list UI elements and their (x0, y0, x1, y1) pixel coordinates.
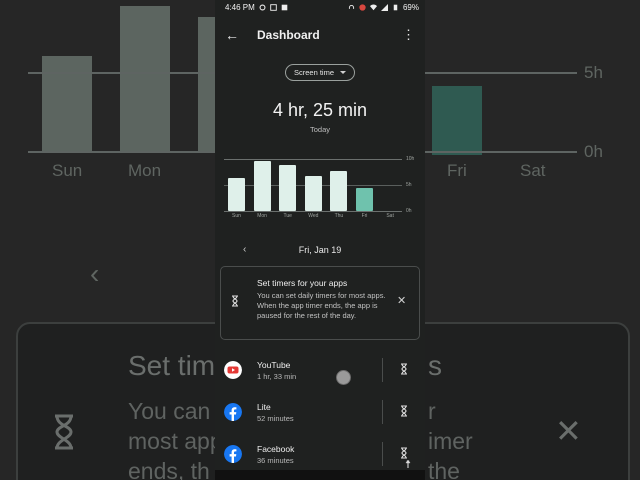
gridline-10h (224, 159, 402, 160)
page-title: Dashboard (257, 28, 320, 42)
more-vert-icon[interactable]: ⋮ (402, 27, 415, 43)
bg-card-text-line: most app (128, 428, 223, 454)
bg-card-title-right: s (428, 350, 442, 381)
wifi-icon (369, 4, 377, 10)
battery-icon (393, 4, 398, 10)
hourglass-timer-icon[interactable] (400, 405, 408, 417)
bg-card-text-line: the (428, 458, 460, 480)
bg-card-text-line: r (428, 398, 436, 424)
bg-card-title: Set tim (128, 350, 216, 381)
close-icon[interactable]: ✕ (397, 294, 406, 307)
period-label: Today (309, 125, 330, 134)
gallery-status-icon (270, 3, 277, 11)
selected-date: Fri, Jan 19 (298, 245, 342, 255)
app-time: 52 minutes (257, 414, 294, 423)
youtube-icon (224, 361, 242, 379)
bg-bar-fri (432, 86, 482, 155)
bg-close-icon: ✕ (555, 413, 582, 449)
hourglass-timer-icon[interactable] (400, 363, 408, 375)
bg-hourglass-icon (55, 414, 73, 450)
list-item-facebook[interactable]: Facebook 36 minutes (215, 432, 425, 474)
list-item-lite[interactable]: Lite 52 minutes (215, 390, 425, 432)
card-text: You can set daily timers for most apps. … (257, 291, 386, 320)
total-screen-time: 4 hr, 25 min (272, 100, 368, 120)
app-name: Facebook (257, 444, 295, 454)
bg-card-text-line: You can (128, 398, 211, 424)
phone-screen: 4:46 PM 69% ← Dashboard ⋮ Screen time 4 … (215, 0, 425, 480)
bg-label-fri: Fri (447, 161, 467, 180)
status-bar: 4:46 PM 69% (215, 0, 425, 14)
bg-bar-tue (198, 17, 215, 151)
bg-label-sun: Sun (52, 161, 83, 180)
usage-bar-chart: 10h 5h 0h Sun Mon Tue Wed Thu Fri Sat (224, 155, 419, 223)
x-tick-tue: Tue (283, 213, 292, 219)
bg-gridline-0h-right (425, 151, 577, 153)
date-navigator: ‹ Fri, Jan 19 (215, 243, 425, 259)
chart-bar-sun[interactable] (228, 178, 245, 211)
facebook-lite-icon (224, 403, 242, 421)
y-tick-5h: 5h (406, 182, 412, 188)
x-tick-wed: Wed (308, 213, 319, 219)
arrow-left-icon[interactable]: ← (225, 27, 247, 43)
x-tick-mon: Mon (257, 213, 267, 219)
divider (382, 358, 383, 382)
app-name: Lite (257, 402, 271, 412)
divider (382, 442, 383, 466)
bg-bar-mon (120, 6, 170, 151)
settings-status-icon (259, 4, 266, 10)
bg-bar-sun (42, 56, 92, 151)
x-tick-sun: Sun (232, 213, 241, 219)
y-tick-0h: 0h (406, 208, 412, 214)
bg-gridline-0h (28, 151, 215, 153)
x-tick-fri: Fri (361, 213, 368, 219)
touch-indicator (336, 370, 351, 385)
nav-bar (215, 470, 425, 480)
headphones-icon (348, 4, 355, 9)
x-tick-thu: Thu (334, 213, 344, 219)
hourglass-icon (232, 295, 238, 307)
battery-percent: 69% (402, 2, 419, 12)
chart-bar-wed[interactable] (304, 176, 322, 211)
bg-card-text-right: r imer the (428, 396, 473, 480)
dropdown-label: Screen time (293, 68, 335, 77)
app-time: 1 hr, 33 min (257, 372, 297, 381)
bg-gridline-5h (28, 72, 215, 74)
facebook-icon (224, 445, 242, 463)
app-bar: ← Dashboard ⋮ (215, 14, 425, 56)
card-title: Set timers for your apps (257, 278, 348, 288)
screen-time-dropdown[interactable]: Screen time (284, 64, 356, 81)
bg-tick-5h: 5h (584, 63, 603, 82)
gridline-0h (224, 211, 402, 212)
translate-status-icon (281, 4, 288, 10)
app-usage-list: YouTube 1 hr, 33 min Lite 52 minutes Fac… (215, 348, 425, 474)
bg-chevron-left-icon: ‹ (90, 258, 100, 289)
chevron-down-icon (340, 71, 347, 74)
recording-icon (359, 3, 366, 11)
selector-wrap: Screen time (215, 62, 425, 81)
bg-label-mon: Mon (128, 161, 162, 180)
app-time: 36 minutes (257, 456, 294, 465)
y-tick-10h: 10h (406, 156, 415, 162)
status-left: 4:46 PM (225, 3, 288, 12)
chart-bar-mon[interactable] (253, 161, 271, 211)
bg-tick-0h: 0h (584, 142, 603, 161)
status-right: 69% (348, 3, 419, 12)
bg-card-text: You can most app ends, th (128, 396, 223, 480)
x-tick-sat: Sat (386, 213, 394, 219)
bg-card-text-line: imer (428, 428, 473, 454)
bg-card-text-line: ends, th (128, 458, 210, 480)
signal-icon (380, 3, 388, 11)
list-item-youtube[interactable]: YouTube 1 hr, 33 min (215, 348, 425, 390)
status-time: 4:46 PM (225, 2, 255, 12)
chart-bar-thu[interactable] (330, 170, 348, 211)
bg-gridline-5h-right (425, 72, 577, 74)
divider (382, 400, 383, 424)
timer-tip-card: Set timers for your apps You can set dai… (220, 266, 420, 340)
bg-label-sat: Sat (520, 161, 546, 180)
chart-bar-tue[interactable] (279, 164, 297, 211)
app-name: YouTube (257, 360, 291, 370)
chart-bar-fri[interactable] (356, 188, 373, 211)
